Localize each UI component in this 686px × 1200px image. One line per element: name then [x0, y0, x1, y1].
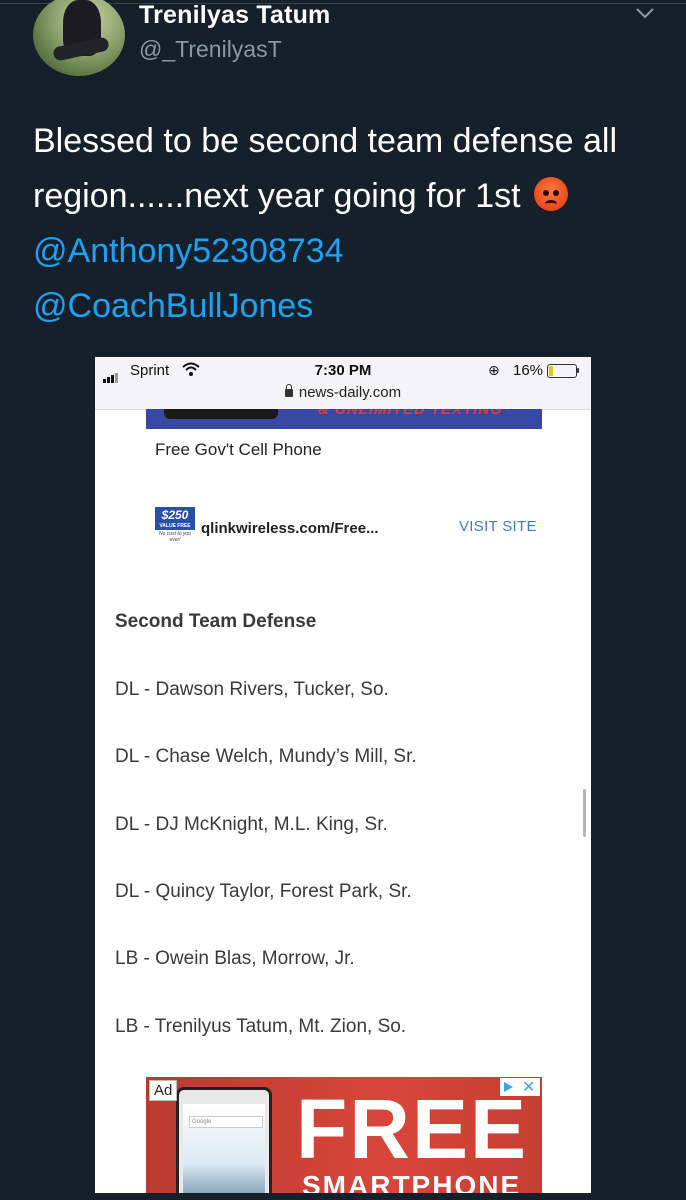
roster-item: DL - Quincy Taylor, Forest Park, Sr.: [115, 881, 412, 902]
tweet-text-line-2-text: region......next year going for 1st: [33, 177, 521, 215]
display-name[interactable]: Trenilyas Tatum: [139, 1, 331, 30]
close-icon[interactable]: ✕: [522, 1077, 535, 1097]
ad-title[interactable]: Free Gov't Cell Phone: [155, 440, 322, 460]
ad-label: Ad: [149, 1080, 178, 1101]
tweet-text: Blessed to be second team defense all re…: [33, 114, 663, 334]
section-title: Second Team Defense: [115, 611, 317, 632]
lock-icon: [284, 384, 293, 397]
ad-badge-value: VALUE FREE: [155, 523, 195, 530]
mention-link-2[interactable]: @CoachBullJones: [33, 279, 663, 334]
adchoices-icon[interactable]: ✕: [500, 1078, 540, 1096]
tweet-text-line-1: Blessed to be second team defense all: [33, 122, 618, 160]
ad-subline: SMARTPHONE: [302, 1170, 522, 1193]
rotation-lock-icon: ⊕: [488, 362, 500, 378]
avatar[interactable]: [33, 0, 125, 76]
battery-icon: [547, 364, 577, 378]
pouting-face-icon: [534, 177, 569, 211]
address-url: news-daily.com: [298, 384, 402, 401]
mention-link-1[interactable]: @Anthony52308734: [33, 224, 663, 279]
bottom-ad[interactable]: Google Ad FREE SMARTPHONE ✕: [146, 1077, 542, 1193]
roster-item: DL - Dawson Rivers, Tucker, So.: [115, 679, 389, 700]
ad-link[interactable]: qlinkwireless.com/Free...: [201, 520, 379, 537]
chevron-down-icon[interactable]: [634, 4, 656, 22]
ad-banner-strip[interactable]: & UNLIMITED TEXTING: [146, 409, 542, 429]
attached-screenshot[interactable]: Sprint 7:30 PM ⊕ 16% news-daily.com & UN…: [95, 357, 591, 1193]
ad-badge-amount: $250: [155, 507, 195, 523]
phone-status-bar: Sprint 7:30 PM ⊕ 16% news-daily.com: [95, 357, 591, 410]
ad-headline: FREE: [296, 1082, 529, 1176]
roster-item: DL - DJ McKnight, M.L. King, Sr.: [115, 814, 388, 835]
scrollbar[interactable]: [583, 789, 586, 837]
roster-item: LB - Owein Blas, Morrow, Jr.: [115, 948, 355, 969]
visit-site-button[interactable]: VISIT SITE: [459, 518, 537, 535]
ad-badge-note: No cost to you ever!: [159, 531, 191, 543]
ad-phone-search: Google: [189, 1116, 263, 1128]
user-handle[interactable]: @_TrenilyasT: [139, 36, 282, 63]
roster-item: LB - Trenilyus Tatum, Mt. Zion, So.: [115, 1016, 407, 1037]
ad-phone-image: Google: [176, 1087, 272, 1193]
battery-tip: [577, 368, 579, 373]
ad-phone-image: [164, 409, 278, 419]
battery-percentage: 16%: [513, 362, 544, 379]
ad-badge: $250 VALUE FREE No cost to you ever!: [155, 507, 195, 547]
roster-item: DL - Chase Welch, Mundy’s Mill, Sr.: [115, 746, 417, 767]
tweet-text-line-2: region......next year going for 1st: [33, 169, 663, 224]
address-bar: news-daily.com: [95, 384, 591, 401]
ad-banner-text: & UNLIMITED TEXTING: [318, 409, 503, 418]
